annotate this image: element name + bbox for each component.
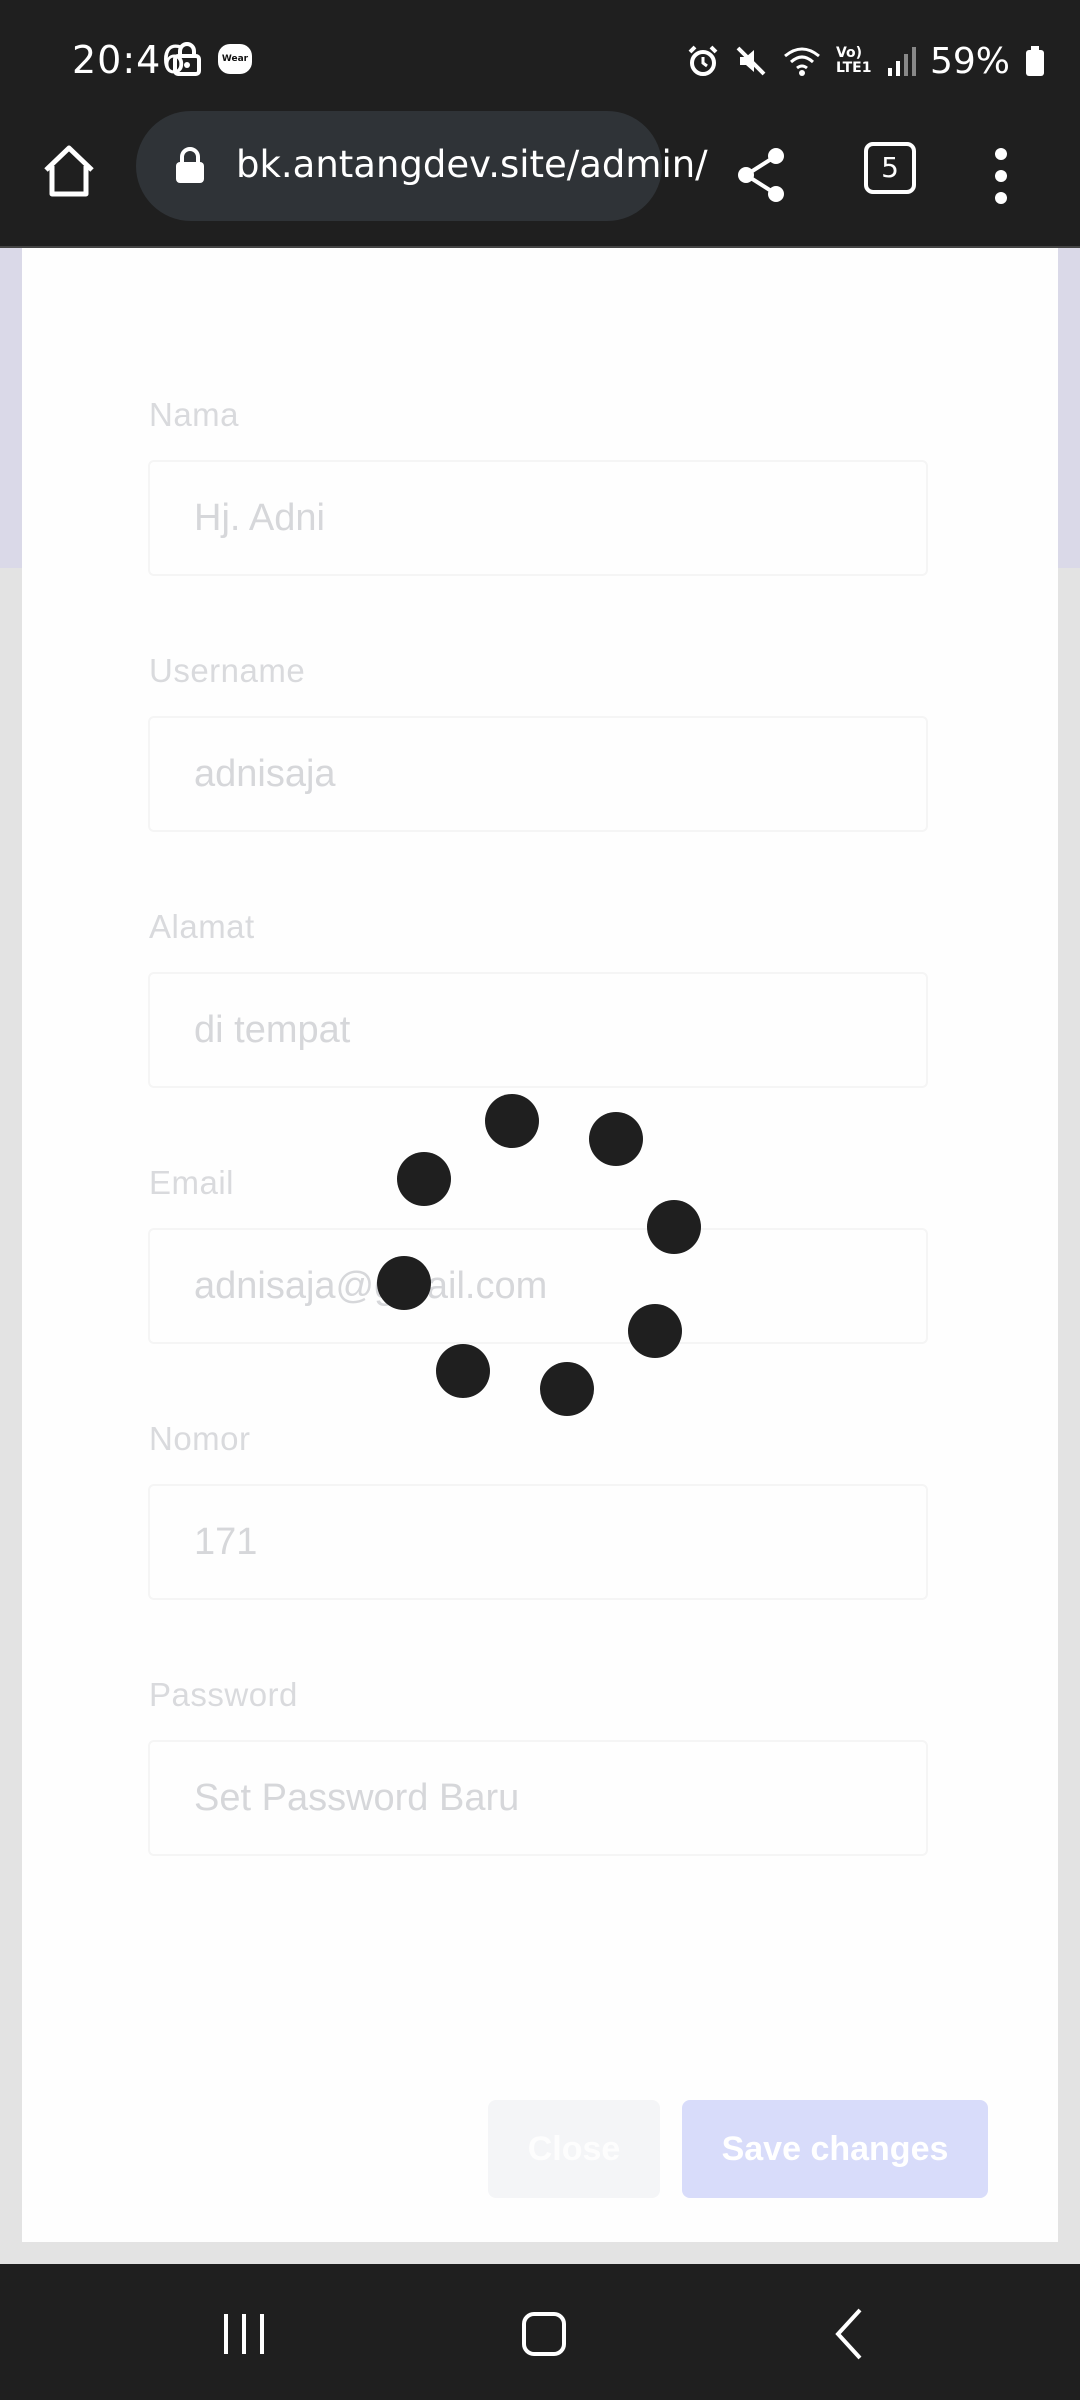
username-label: Username: [149, 652, 306, 689]
email-label: Email: [149, 1164, 235, 1201]
nomor-label: Nomor: [149, 1420, 251, 1457]
alamat-input[interactable]: di tempat: [148, 972, 928, 1088]
nama-label: Nama: [149, 396, 240, 433]
lock-icon: [172, 42, 202, 81]
home-nav-button[interactable]: [514, 2304, 574, 2364]
more-menu-icon[interactable]: [990, 144, 1012, 208]
password-input[interactable]: Set Password Baru: [148, 1740, 928, 1856]
status-bar: 20:46 Wear Vo) LTE1 59%: [0, 0, 1080, 122]
mute-icon: [736, 46, 766, 76]
edit-user-modal: Nama Hj. Adni Username adnisaja Alamat d…: [22, 248, 1058, 2242]
home-nav-icon: [522, 2312, 566, 2356]
home-button[interactable]: [38, 140, 100, 202]
url-text: bk.antangdev.site/admin/: [236, 143, 708, 186]
back-button[interactable]: [820, 2304, 880, 2364]
address-bar[interactable]: bk.antangdev.site/admin/: [136, 111, 708, 221]
signal-icon: [887, 47, 916, 76]
password-label: Password: [149, 1676, 298, 1713]
share-icon: [738, 148, 784, 202]
lte-label: Vo) LTE1: [835, 45, 872, 76]
status-icons: Vo) LTE1 59%: [686, 38, 1046, 84]
nama-input[interactable]: Hj. Adni: [148, 460, 928, 576]
system-nav-bar: [0, 2264, 1080, 2400]
nomor-input[interactable]: 171: [148, 1484, 928, 1600]
email-input[interactable]: adnisaja@gmail.com: [148, 1228, 928, 1344]
recent-apps-button[interactable]: [214, 2304, 274, 2364]
save-changes-button[interactable]: Save changes: [682, 2100, 988, 2198]
back-icon: [835, 2308, 862, 2360]
status-time: 20:46: [72, 38, 187, 82]
secure-lock-icon: [174, 147, 206, 190]
alarm-icon: [688, 45, 718, 76]
wifi-icon: [784, 47, 820, 76]
home-icon: [44, 145, 94, 197]
wear-icon: Wear: [218, 44, 252, 74]
username-input[interactable]: adnisaja: [148, 716, 928, 832]
share-button[interactable]: [730, 142, 796, 208]
alamat-label: Alamat: [149, 908, 255, 945]
close-button[interactable]: Close: [488, 2100, 660, 2198]
browser-toolbar: bk.antangdev.site/admin/ 5: [0, 111, 1080, 248]
recents-icon: [224, 2314, 264, 2354]
tab-switcher-button[interactable]: 5: [864, 142, 916, 194]
battery-percent: 59%: [929, 40, 1010, 82]
battery-icon: [1026, 46, 1044, 76]
